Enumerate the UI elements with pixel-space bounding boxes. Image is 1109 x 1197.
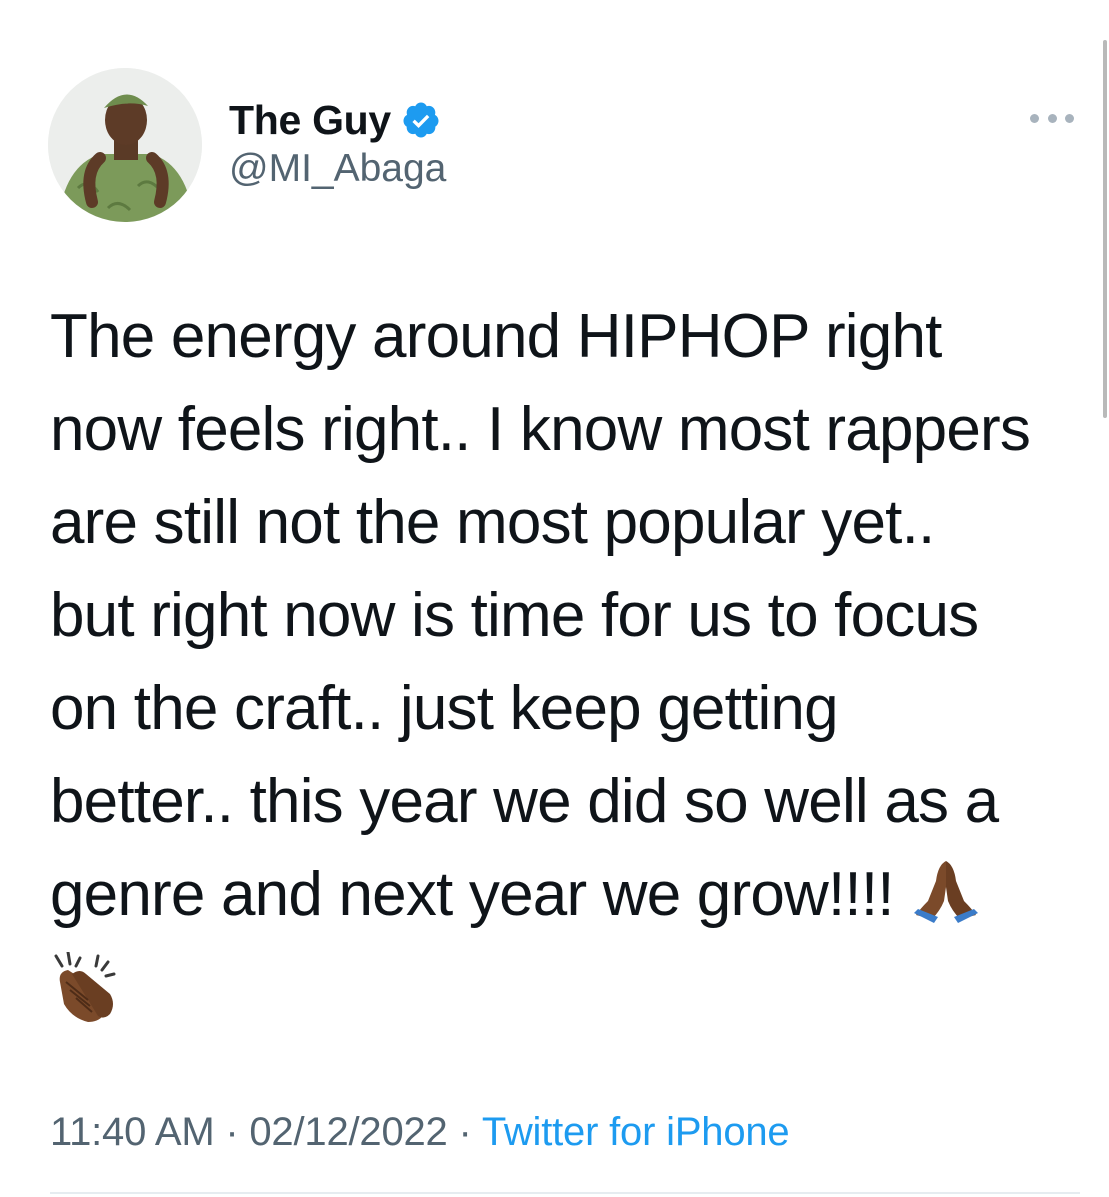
meta-separator: · [214,1110,250,1154]
divider [50,1192,1080,1194]
author-display-name[interactable]: The Guy [229,92,391,148]
author-handle[interactable]: @MI_Abaga [229,144,446,194]
avatar-photo-icon [48,68,202,222]
meta-separator: · [447,1110,482,1154]
tweet-line: The energy around HIPHOP right [50,302,942,371]
tweet-time[interactable]: 11:40 AM [50,1110,215,1154]
more-dot [1065,113,1074,123]
tweet-text: The energy around HIPHOP right now feels … [50,290,1090,1050]
tweet-line: genre and next year we grow!!!! [50,860,894,929]
verified-badge-icon [401,100,441,140]
tweet-line: are still not the most popular yet.. [50,488,935,557]
more-dot [1030,113,1039,123]
tweet: The Guy @MI_Abaga The energy around HIPH… [0,0,1109,1197]
tweet-meta: 11:40 AM · 02/12/2022 · Twitter for iPho… [50,1104,790,1160]
more-dot [1047,113,1057,123]
tweet-line: but right now is time for us to focus [50,581,979,650]
avatar[interactable] [48,68,202,222]
tweet-line: better.. this year we did so well as a [50,767,999,836]
tweet-source-link[interactable]: Twitter for iPhone [482,1110,790,1154]
folded-hands-emoji-icon [910,856,982,949]
clapping-hands-emoji-icon [50,950,122,1050]
scrollbar[interactable] [1103,40,1107,418]
author-block: The Guy @MI_Abaga [229,92,446,194]
author-name-row: The Guy [229,92,446,148]
tweet-line: now feels right.. I know most rappers [50,395,1031,464]
tweet-date[interactable]: 02/12/2022 [249,1110,447,1154]
tweet-line: on the craft.. just keep getting [50,674,839,743]
more-options-icon[interactable] [1030,108,1074,128]
